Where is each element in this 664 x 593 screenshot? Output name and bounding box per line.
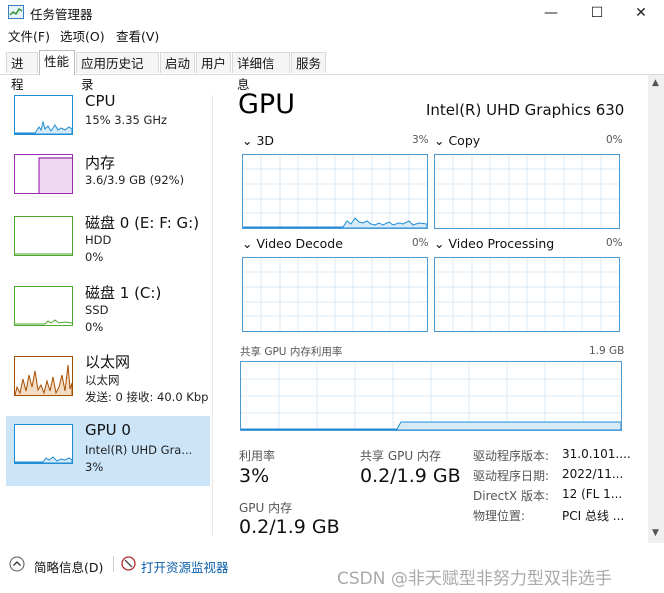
graph-copy-label[interactable]: ⌄ Copy (434, 133, 480, 148)
sidebar-memory-name: 内存 (85, 154, 116, 172)
sidebar-gpu0-model: Intel(R) UHD Gra... (85, 443, 193, 457)
shared-memory-graph-label: 共享 GPU 内存利用率 (240, 346, 343, 358)
sidebar-disk0-usage: 0% (85, 250, 104, 264)
menu-options[interactable]: 选项(O) (60, 27, 105, 47)
sidebar-item-cpu[interactable]: CPU 15% 3.35 GHz (6, 88, 210, 148)
sidebar-memory-usage: 3.6/3.9 GB (92%) (85, 173, 185, 187)
driver-version-label: 驱动程序版本: (473, 449, 550, 463)
panel-divider[interactable] (212, 95, 213, 535)
physical-location-value: PCI 总线 ... (562, 509, 625, 523)
memory-thumbnail (14, 154, 73, 194)
chevron-down-icon: ⌄ (434, 236, 449, 251)
utilization-label: 利用率 (239, 449, 276, 463)
maximize-button[interactable]: ☐ (574, 0, 620, 26)
scroll-up-arrow-icon[interactable]: ▲ (652, 78, 659, 88)
tab-bar: 进程 性能 应用历史记录 启动 用户 详细信息 服务 (0, 50, 664, 92)
directx-version-label: DirectX 版本: (473, 489, 550, 503)
tab-app-history[interactable]: 应用历史记录 (76, 52, 159, 92)
shared-memory-label: 共享 GPU 内存 (360, 449, 441, 463)
graph-3d-label[interactable]: ⌄ 3D (242, 133, 274, 148)
graph-copy (434, 154, 620, 229)
footer-divider (113, 556, 114, 572)
sidebar-cpu-name: CPU (85, 92, 116, 110)
tab-details[interactable]: 详细信息 (232, 52, 290, 92)
menu-view[interactable]: 查看(V) (116, 27, 159, 47)
graph-video-decode (242, 257, 428, 332)
cpu-thumbnail (14, 95, 73, 135)
graph-copy-percent: 0% (606, 134, 623, 146)
sidebar-disk1-name: 磁盘 1 (C:) (85, 284, 162, 302)
sidebar-disk0-type: HDD (85, 233, 112, 247)
chevron-down-icon: ⌄ (242, 133, 257, 148)
open-resource-monitor-link[interactable]: 打开资源监视器 (141, 557, 229, 576)
disk0-thumbnail (14, 216, 73, 256)
graph-video-processing-title: Video Processing (448, 236, 555, 251)
minimize-button[interactable]: — (528, 0, 574, 26)
graph-3d-title: 3D (256, 133, 275, 148)
sidebar-gpu0-usage: 3% (85, 460, 104, 474)
page-title: GPU (238, 89, 295, 120)
sidebar-disk1-usage: 0% (85, 320, 104, 334)
sidebar-ethernet-throughput: 发送: 0 接收: 40.0 Kbp (85, 390, 209, 404)
resource-monitor-icon (121, 556, 136, 571)
sidebar-ethernet-adapter: 以太网 (85, 373, 120, 387)
graph-3d-percent: 3% (412, 134, 429, 146)
sidebar-item-gpu0[interactable]: GPU 0 Intel(R) UHD Gra... 3% (6, 416, 210, 486)
chevron-down-icon: ⌄ (434, 133, 449, 148)
sidebar-disk1-type: SSD (85, 303, 109, 317)
graph-video-processing (434, 257, 620, 332)
sidebar-item-disk0[interactable]: 磁盘 0 (E: F: G:) HDD 0% (6, 208, 210, 278)
sidebar-disk0-name: 磁盘 0 (E: F: G:) (85, 214, 200, 232)
graph-video-decode-title: Video Decode (256, 236, 343, 251)
gpu0-thumbnail (14, 424, 73, 464)
utilization-value: 3% (239, 465, 270, 487)
task-manager-icon (8, 5, 24, 19)
sidebar-cpu-usage: 15% 3.35 GHz (85, 113, 168, 127)
vertical-scrollbar[interactable]: ▲ ▼ (648, 75, 664, 543)
driver-date-label: 驱动程序日期: (473, 469, 550, 483)
collapse-chevron-icon[interactable] (9, 556, 25, 572)
graph-video-decode-label[interactable]: ⌄ Video Decode (242, 236, 343, 251)
gpu-memory-label: GPU 内存 (239, 501, 293, 515)
driver-date-value: 2022/11... (562, 467, 624, 481)
window-title: 任务管理器 (30, 7, 93, 22)
menu-bar: 文件(F) 选项(O) 查看(V) (0, 27, 664, 47)
scroll-down-arrow-icon[interactable]: ▼ (652, 528, 659, 538)
summary-toggle[interactable]: 简略信息(D) (34, 557, 103, 576)
graph-video-processing-percent: 0% (606, 237, 623, 249)
chevron-down-icon: ⌄ (242, 236, 257, 251)
title-bar: 任务管理器 — ☐ ✕ (0, 0, 664, 26)
tab-users[interactable]: 用户 (196, 52, 231, 73)
sidebar-ethernet-name: 以太网 (85, 353, 131, 371)
sidebar-gpu0-name: GPU 0 (85, 421, 131, 439)
sidebar-item-ethernet[interactable]: 以太网 以太网 发送: 0 接收: 40.0 Kbp (6, 348, 210, 414)
disk1-thumbnail (14, 286, 73, 326)
footer: 简略信息(D) 打开资源监视器 CSDN @非天赋型非努力型双非选手 (0, 548, 664, 593)
tab-services[interactable]: 服务 (291, 52, 326, 73)
sidebar-item-memory[interactable]: 内存 3.6/3.9 GB (92%) (6, 148, 210, 208)
physical-location-label: 物理位置: (473, 509, 526, 523)
ethernet-thumbnail (14, 356, 73, 396)
menu-file[interactable]: 文件(F) (8, 27, 50, 47)
gpu-memory-value: 0.2/1.9 GB (239, 516, 340, 538)
close-button[interactable]: ✕ (618, 0, 664, 26)
tab-performance[interactable]: 性能 (39, 50, 75, 75)
driver-version-value: 31.0.101.... (562, 447, 631, 461)
graph-video-processing-label[interactable]: ⌄ Video Processing (434, 236, 554, 251)
gpu-model-name: Intel(R) UHD Graphics 630 (426, 101, 625, 119)
shared-memory-graph-max: 1.9 GB (589, 345, 625, 357)
tab-processes[interactable]: 进程 (6, 52, 38, 92)
graph-copy-title: Copy (448, 133, 481, 148)
watermark: CSDN @非天赋型非努力型双非选手 (337, 569, 612, 589)
sidebar-item-disk1[interactable]: 磁盘 1 (C:) SSD 0% (6, 278, 210, 348)
tab-startup[interactable]: 启动 (160, 52, 195, 73)
graph-video-decode-percent: 0% (412, 237, 429, 249)
shared-memory-graph (240, 361, 622, 431)
graph-3d (242, 154, 428, 229)
shared-memory-value: 0.2/1.9 GB (360, 465, 461, 487)
directx-version-value: 12 (FL 1... (562, 487, 623, 501)
